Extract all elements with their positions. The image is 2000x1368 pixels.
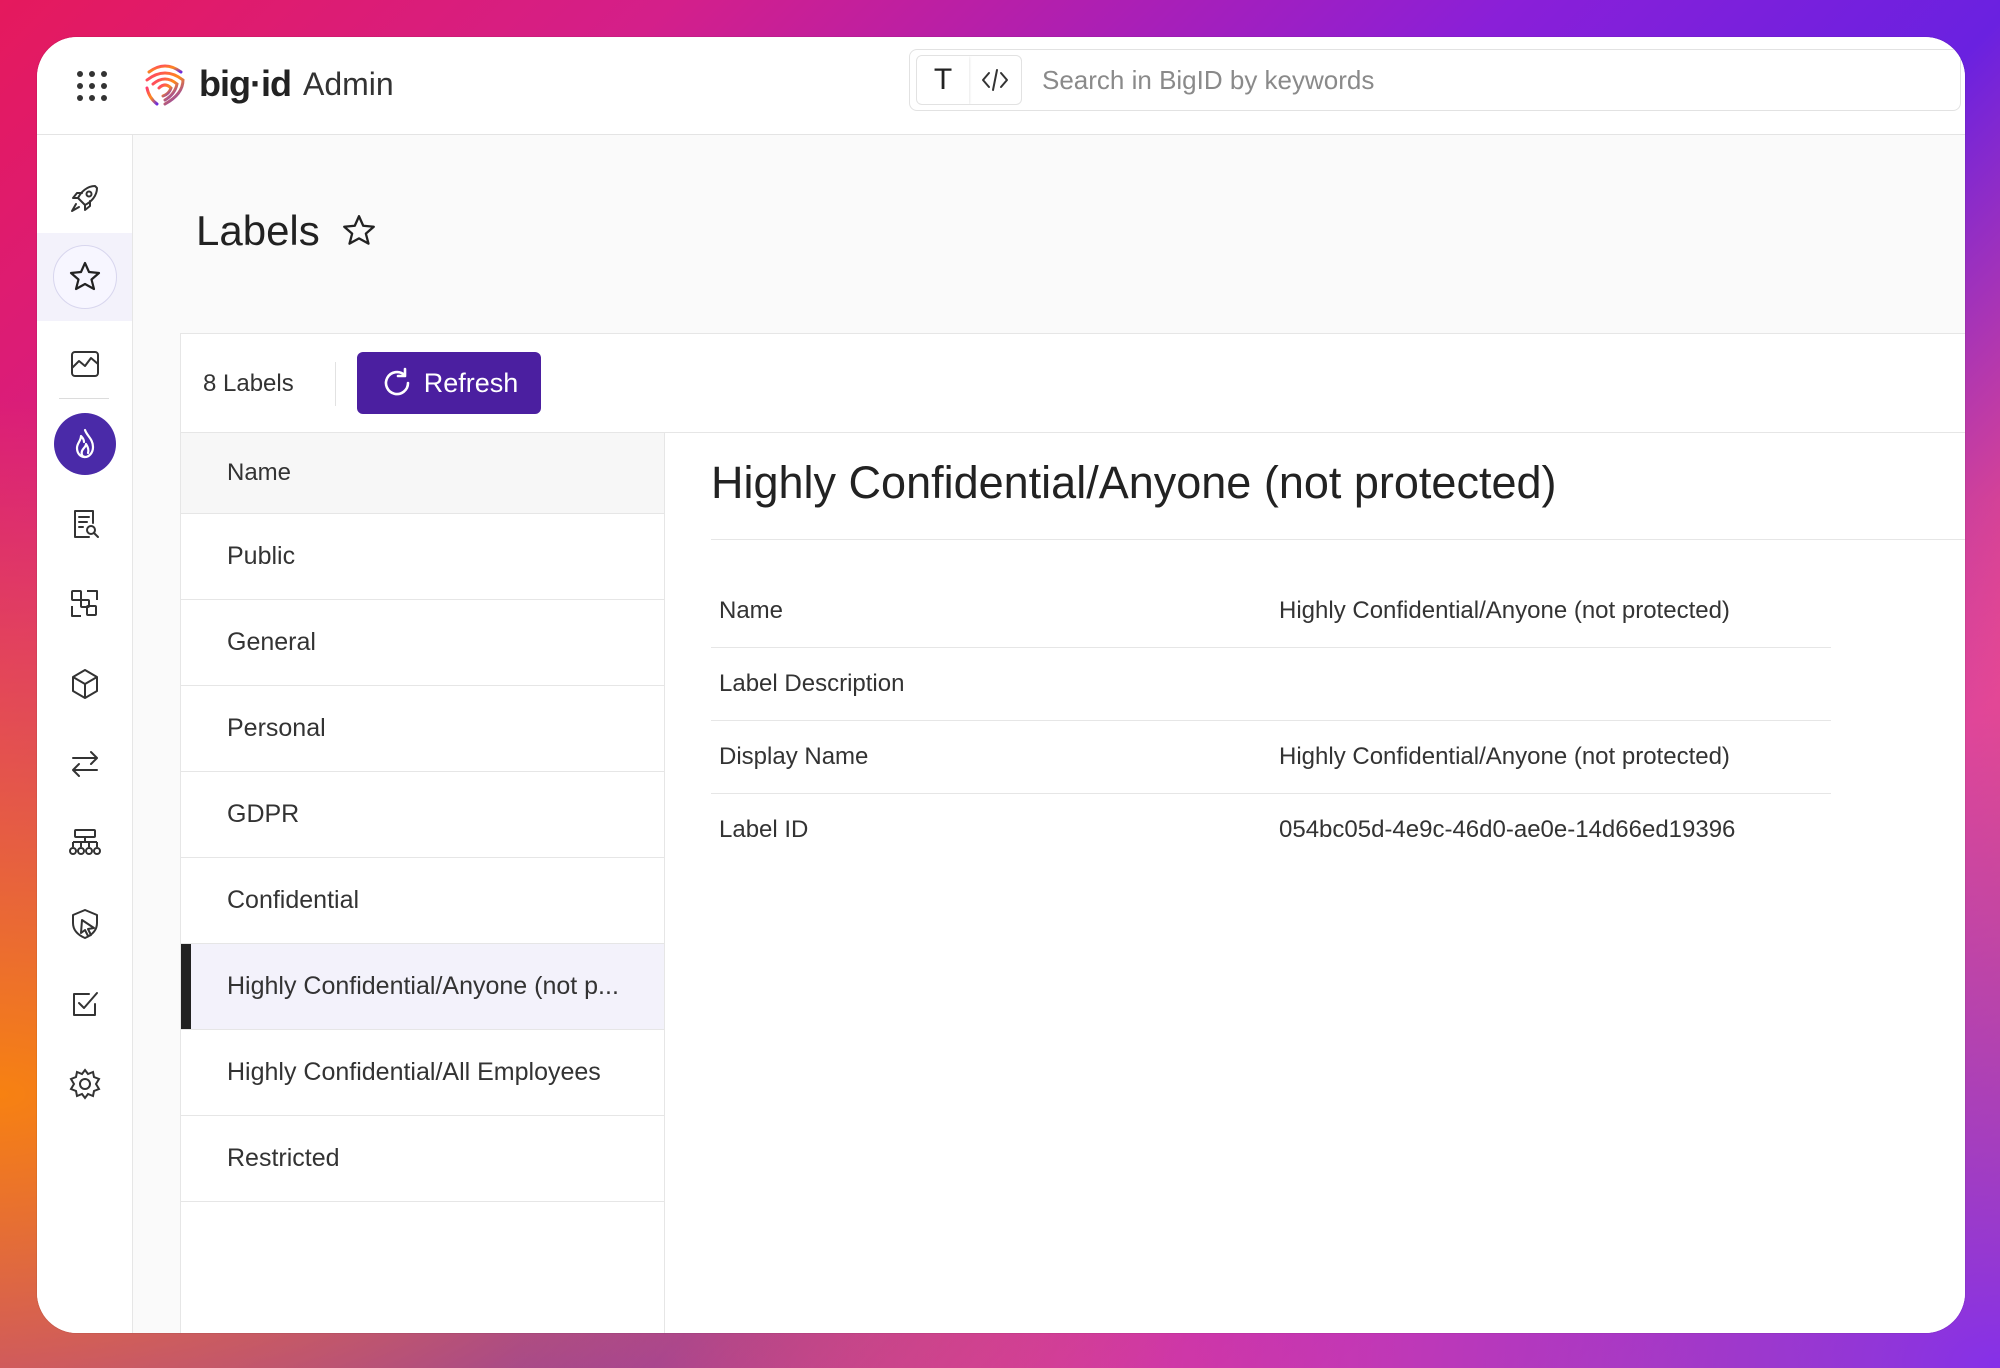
favorite-star-icon[interactable]	[340, 212, 378, 250]
sidebar-item-data-flow[interactable]	[37, 719, 132, 809]
list-item[interactable]: Restricted	[181, 1116, 664, 1202]
shield-cursor-icon	[71, 909, 98, 939]
page-title: Labels	[196, 207, 378, 255]
rocket-icon	[70, 185, 98, 212]
sidebar-item-inventory[interactable]	[37, 399, 132, 489]
text-mode-button[interactable]: T	[917, 56, 969, 104]
detail-title: Highly Confidential/Anyone (not protecte…	[711, 457, 1557, 508]
active-circle	[53, 413, 116, 475]
list-item[interactable]: Highly Confidential/All Employees	[181, 1030, 664, 1116]
property-row: Display Name Highly Confidential/Anyone …	[711, 721, 1831, 794]
sidebar-item-scans[interactable]	[37, 559, 132, 649]
checkbox-icon	[72, 992, 98, 1016]
gear-icon	[69, 1068, 100, 1100]
property-row: Label Description	[711, 648, 1831, 721]
chart-icon	[70, 351, 99, 377]
property-key: Name	[719, 597, 784, 624]
sidebar-item-hierarchy[interactable]	[37, 799, 132, 889]
detail-divider	[711, 539, 1965, 540]
star-icon	[69, 261, 100, 291]
bigid-logo-icon	[145, 64, 185, 106]
scan-icon	[70, 590, 98, 617]
property-value: 054bc05d-4e9c-46d0-ae0e-14d66ed19396	[1279, 816, 1736, 843]
transfer-icon	[71, 751, 98, 777]
property-value: Highly Confidential/Anyone (not protecte…	[1279, 597, 1730, 624]
labels-panel: 8 Labels Refresh Name Public General Per…	[180, 333, 1965, 1333]
favorites-circle	[52, 245, 117, 309]
labels-toolbar: 8 Labels Refresh	[181, 334, 1965, 433]
cube-icon	[71, 669, 98, 699]
left-sidebar	[37, 135, 133, 1333]
refresh-label: Refresh	[423, 367, 519, 398]
fire-icon	[75, 428, 94, 459]
toolbar-divider	[335, 362, 336, 406]
list-item-selected[interactable]: Highly Confidential/Anyone (not p...	[181, 944, 664, 1030]
list-item[interactable]: Public	[181, 514, 664, 600]
sidebar-item-favorites[interactable]	[37, 233, 132, 321]
search-mode-toggle: T	[916, 55, 1022, 105]
app-window: big·id Admin T Search in BigID by keywor…	[37, 37, 1965, 1333]
search-input[interactable]	[1040, 63, 1960, 97]
property-key: Display Name	[719, 743, 869, 770]
sidebar-item-tasks[interactable]	[37, 959, 132, 1049]
property-row: Label ID 054bc05d-4e9c-46d0-ae0e-14d66ed…	[711, 794, 1831, 866]
labels-list: Name Public General Personal GDPR Confid…	[181, 433, 665, 1333]
list-item[interactable]: Personal	[181, 686, 664, 772]
list-item[interactable]: Confidential	[181, 858, 664, 944]
app-grid-icon[interactable]	[73, 67, 111, 105]
properties-table: Name Highly Confidential/Anyone (not pro…	[711, 575, 1831, 866]
page-title-text: Labels	[196, 207, 320, 254]
sidebar-item-getting-started[interactable]	[37, 153, 132, 243]
logo-wordmark: big·id	[199, 63, 292, 104]
refresh-icon	[384, 367, 410, 396]
list-header-name[interactable]: Name	[181, 433, 664, 514]
refresh-button[interactable]: Refresh	[357, 352, 541, 414]
sidebar-item-dashboard[interactable]	[37, 319, 132, 409]
global-search: T	[909, 49, 1961, 111]
list-item[interactable]: General	[181, 600, 664, 686]
code-icon	[982, 69, 1008, 91]
brand-logo[interactable]: big·id Admin	[139, 59, 394, 109]
hierarchy-icon	[68, 829, 101, 855]
top-header: big·id Admin T	[37, 37, 1965, 135]
property-value: Highly Confidential/Anyone (not protecte…	[1279, 743, 1730, 770]
property-row: Name Highly Confidential/Anyone (not pro…	[711, 575, 1831, 648]
sidebar-item-data-sources[interactable]	[37, 639, 132, 729]
sidebar-item-settings[interactable]	[37, 1039, 132, 1129]
code-mode-button[interactable]	[969, 56, 1021, 104]
property-key: Label ID	[719, 816, 809, 843]
sidebar-item-policies[interactable]	[37, 879, 132, 969]
product-name: Admin	[302, 65, 394, 102]
label-detail: Highly Confidential/Anyone (not protecte…	[665, 433, 1965, 1333]
labels-count: 8 Labels	[203, 370, 294, 397]
property-key: Label Description	[719, 670, 905, 697]
sidebar-item-catalog[interactable]	[37, 479, 132, 569]
list-item[interactable]: GDPR	[181, 772, 664, 858]
document-search-icon	[73, 510, 99, 538]
